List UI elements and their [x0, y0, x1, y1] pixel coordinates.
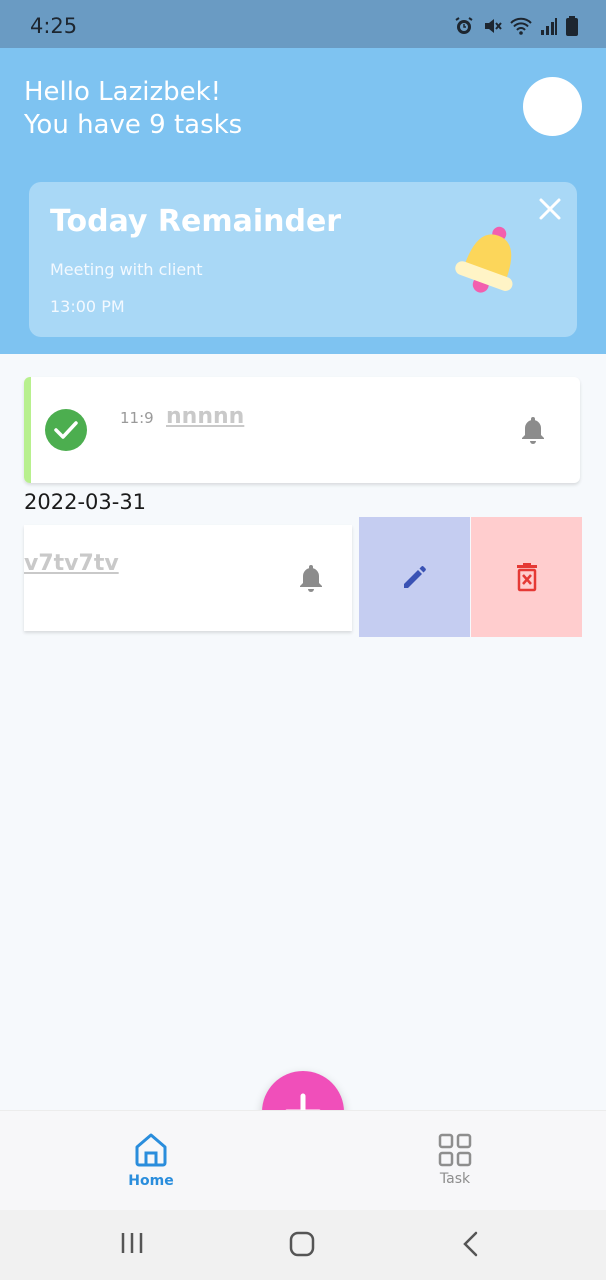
- task-card[interactable]: 11:9 nnnnn: [24, 377, 580, 483]
- pencil-icon: [403, 566, 426, 588]
- trash-icon: [516, 563, 537, 592]
- date-header: 2022-03-31: [24, 490, 147, 514]
- greeting-line-1: Hello Lazizbek!: [24, 77, 222, 107]
- reminder-title: Today Remainder: [50, 204, 342, 239]
- greeting: Hello Lazizbek! You have 9 tasks: [24, 76, 242, 142]
- recent-apps-icon[interactable]: [119, 1230, 145, 1256]
- check-circle-icon[interactable]: [45, 409, 87, 451]
- home-icon: [135, 1133, 167, 1167]
- signal-icon: [541, 18, 557, 35]
- avatar[interactable]: [523, 77, 582, 136]
- header: Hello Lazizbek! You have 9 tasks Today R…: [0, 48, 606, 354]
- nav-task-label: Task: [439, 1171, 471, 1187]
- task-accent-bar: [24, 377, 31, 483]
- bell-icon[interactable]: [519, 415, 547, 445]
- status-icons: [454, 16, 578, 36]
- mute-icon: [485, 19, 502, 33]
- task-name: v7tv7tv: [24, 551, 119, 576]
- close-icon[interactable]: [537, 196, 563, 222]
- nav-home[interactable]: Home: [121, 1131, 181, 1191]
- nav-task[interactable]: Task: [425, 1133, 485, 1193]
- back-icon[interactable]: [460, 1230, 482, 1258]
- wifi-icon: [510, 17, 532, 35]
- grid-icon: [438, 1133, 472, 1167]
- bottom-navigation: Home Task: [0, 1110, 606, 1210]
- greeting-line-2: You have 9 tasks: [24, 110, 243, 140]
- battery-icon: [566, 16, 578, 36]
- reminder-time: 13:00 PM: [50, 297, 125, 316]
- task-name: nnnnn: [166, 404, 245, 429]
- home-button-icon[interactable]: [288, 1230, 316, 1258]
- system-navigation-bar: [0, 1210, 606, 1280]
- status-bar: 4:25: [0, 0, 606, 48]
- status-time: 4:25: [30, 14, 78, 38]
- task-time: 11:9: [120, 409, 154, 427]
- reminder-card: Today Remainder Meeting with client 13:0…: [29, 182, 577, 337]
- alarm-icon: [455, 17, 473, 34]
- edit-button[interactable]: [359, 517, 470, 637]
- bell-illustration-icon: [455, 226, 513, 293]
- nav-home-label: Home: [128, 1173, 174, 1189]
- reminder-description: Meeting with client: [50, 260, 203, 279]
- delete-button[interactable]: [471, 517, 582, 637]
- task-card-swiped[interactable]: v7tv7tv: [24, 525, 352, 631]
- bell-icon[interactable]: [297, 563, 325, 593]
